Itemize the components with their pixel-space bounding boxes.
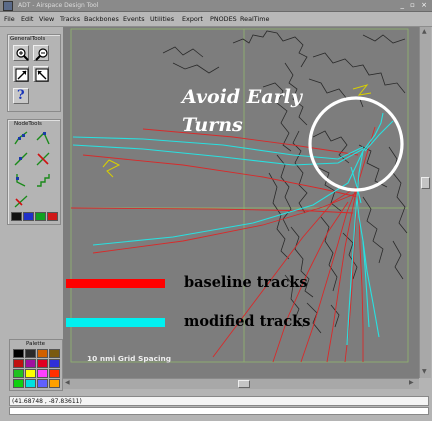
status-bar: (41.68748 , -87.83611): [9, 396, 429, 406]
vertical-scrollbar[interactable]: ▲ ▼: [419, 27, 431, 378]
scroll-left-arrow-icon[interactable]: ◀: [65, 379, 70, 386]
modified-legend-label: modified tracks: [184, 313, 311, 330]
message-field[interactable]: [9, 407, 429, 415]
annotation-line-2: Turns: [182, 114, 243, 136]
annotation-overlay: [308, 96, 404, 192]
scroll-up-arrow-icon[interactable]: ▲: [422, 28, 427, 35]
horizontal-scroll-thumb[interactable]: [238, 380, 250, 388]
modified-legend-swatch: [66, 318, 165, 327]
baseline-legend-swatch: [66, 279, 165, 288]
app-window: ADT - Airspace Design Tool _ ▫ × File Ed…: [0, 0, 432, 421]
highlight-circle: [308, 96, 404, 192]
vertical-scroll-thumb[interactable]: [421, 177, 430, 189]
cursor-coordinates: (41.68748 , -87.83611): [12, 398, 82, 405]
scroll-right-arrow-icon[interactable]: ▶: [409, 379, 414, 386]
baseline-legend-label: baseline tracks: [184, 274, 308, 291]
scroll-down-arrow-icon[interactable]: ▼: [422, 368, 427, 375]
horizontal-scrollbar[interactable]: ◀ ▶: [63, 378, 419, 389]
annotation-line-1: Avoid Early: [182, 86, 302, 108]
